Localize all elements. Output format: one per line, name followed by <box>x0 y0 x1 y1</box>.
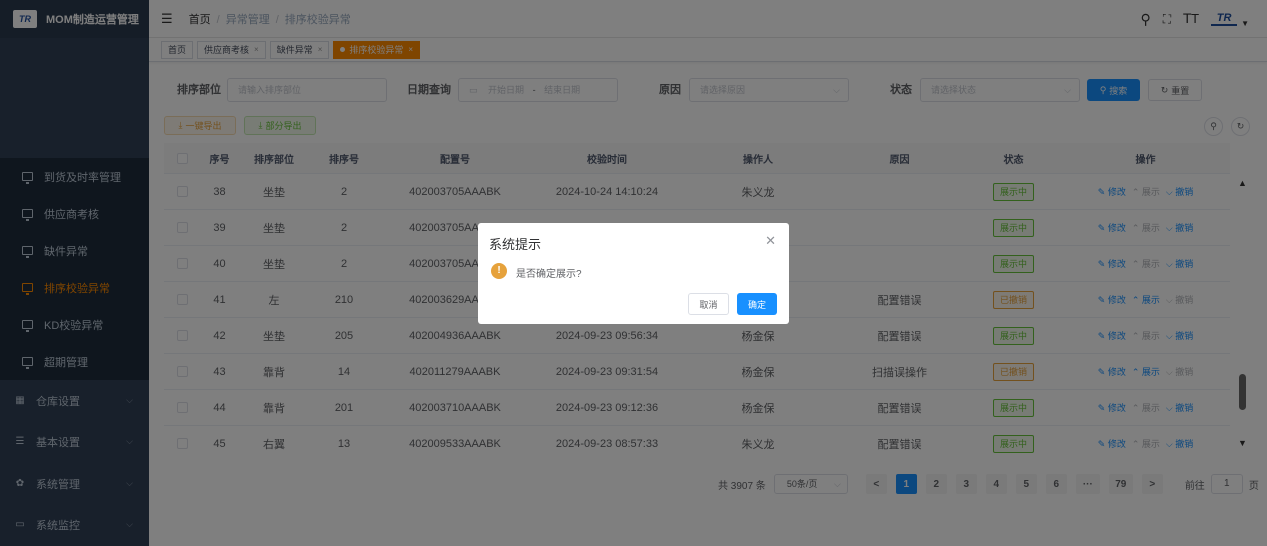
confirm-dialog: 系统提示 ✕ ! 是否确定展示? 取消 确定 <box>478 223 789 324</box>
warning-icon: ! <box>491 263 507 279</box>
close-icon[interactable]: ✕ <box>765 233 776 249</box>
confirm-button[interactable]: 确定 <box>737 293 777 315</box>
cancel-button[interactable]: 取消 <box>688 293 729 315</box>
dialog-message: 是否确定展示? <box>516 269 582 280</box>
dialog-title: 系统提示 <box>489 237 542 252</box>
